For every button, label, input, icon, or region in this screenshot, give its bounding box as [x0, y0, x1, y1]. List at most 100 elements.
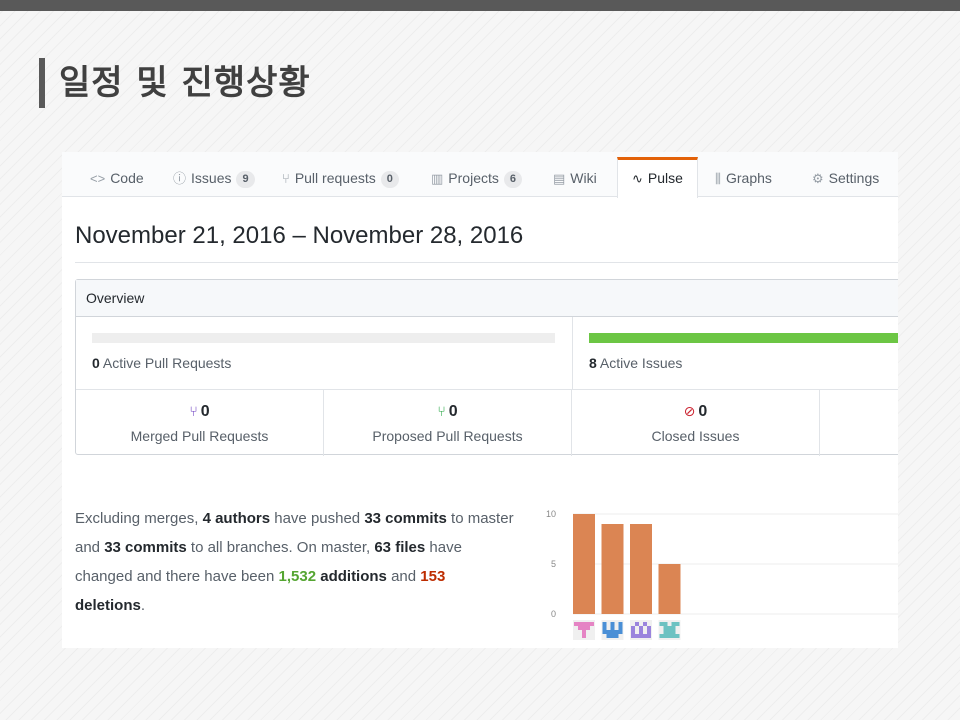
- merged-pr-icon: ⑂: [189, 403, 198, 419]
- y-tick-label: 0: [551, 609, 556, 619]
- pull-request-icon: ⑂: [282, 171, 290, 186]
- avatar-pixel: [663, 626, 676, 630]
- proposed-pull-requests-number: ⑂ 0: [324, 403, 571, 421]
- slide-top-bar: [0, 0, 960, 11]
- tab-projects[interactable]: ▥ Projects 6: [431, 158, 522, 198]
- authors-count-link[interactable]: 4 authors: [203, 510, 271, 527]
- summary-text: have pushed: [270, 510, 365, 527]
- slide-title: 일정 및 진행상황: [39, 58, 311, 108]
- commit-summary: Excluding merges, 4 authors have pushed …: [75, 504, 515, 620]
- tab-label: Projects: [448, 170, 499, 186]
- proposed-pull-requests-label: Proposed Pull Requests: [372, 428, 523, 444]
- tab-pulse[interactable]: ∿ Pulse: [617, 157, 698, 198]
- deletions-count: 153: [420, 568, 446, 585]
- deletions-word: deletions: [75, 597, 141, 614]
- avatar-pixel: [578, 626, 582, 630]
- closed-issue-icon: ⊘: [683, 403, 696, 419]
- commit-bar-author-4[interactable]: [658, 564, 681, 614]
- tab-label: Graphs: [725, 170, 772, 186]
- avatar-pixel: [671, 630, 676, 634]
- closed-issues-label: Closed Issues: [651, 428, 740, 444]
- commits-count-link[interactable]: 33 commits: [364, 510, 447, 527]
- tab-graphs[interactable]: ⫼ Graphs: [715, 158, 772, 198]
- code-icon: <>: [90, 171, 106, 186]
- avatar-pixel: [606, 634, 619, 638]
- commits-by-author-chart: 0 5 10: [546, 509, 898, 640]
- commit-bar-author-3[interactable]: [630, 524, 652, 614]
- graph-icon: ⫼: [715, 171, 721, 186]
- all-branches-commits-count: 33 commits: [104, 539, 187, 556]
- tab-label: Settings: [828, 170, 880, 186]
- overview-header: Overview: [76, 280, 898, 317]
- pulse-icon: ∿: [632, 171, 643, 186]
- overview-stat-cutoff: [820, 390, 898, 456]
- active-issues-summary[interactable]: 8 Active Issues: [573, 317, 898, 389]
- gear-icon: ⚙: [812, 171, 824, 186]
- summary-text: Excluding merges,: [75, 510, 203, 527]
- issue-icon: ⓘ: [173, 171, 187, 186]
- commit-bar-author-1[interactable]: [573, 514, 595, 614]
- projects-count-badge: 6: [503, 171, 522, 188]
- repo-tab-nav: <> Code ⓘ Issues 9 ⑂ Pull requests 0 ▥ Project…: [62, 152, 898, 198]
- tab-label: Wiki: [570, 170, 597, 186]
- avatar-pixel: [631, 634, 651, 638]
- tab-code[interactable]: <> Code: [90, 158, 144, 198]
- avatar-pixel: [574, 622, 594, 626]
- overview-stats-row: ⑂ 0 Merged Pull Requests ⑂ 0 Proposed Pull…: [76, 389, 898, 456]
- merged-pull-requests-number: ⑂ 0: [76, 403, 323, 421]
- closed-issues-stat[interactable]: ⊘ 0 Closed Issues: [572, 390, 820, 456]
- overview-panel: Overview 0 Active Pull Requests 8 Active…: [75, 279, 898, 456]
- avatar-pixel: [659, 634, 680, 638]
- author-avatar[interactable]: [630, 620, 652, 640]
- summary-text: .: [140, 597, 146, 614]
- tab-label: Pulse: [647, 170, 683, 186]
- commit-bar-author-2[interactable]: [601, 524, 624, 614]
- merged-pull-requests-count: 0: [200, 403, 210, 420]
- active-pull-requests-summary[interactable]: 0 Active Pull Requests: [76, 317, 573, 389]
- y-tick-label: 10: [546, 509, 556, 519]
- additions-count: 1,532: [278, 568, 317, 585]
- issues-count-badge: 9: [236, 171, 255, 188]
- pulse-date-range: November 21, 2016 – November 28, 2016: [75, 222, 524, 249]
- closed-issues-count: 0: [698, 403, 708, 420]
- tab-label: Code: [110, 170, 144, 186]
- merged-pull-requests-stat[interactable]: ⑂ 0 Merged Pull Requests: [76, 390, 324, 456]
- active-issues-text: Active Issues: [599, 355, 683, 371]
- author-avatar[interactable]: [601, 620, 624, 640]
- pull-requests-count-badge: 0: [380, 171, 399, 188]
- avatar-pixel: [635, 622, 639, 626]
- tab-label: Pull requests: [294, 170, 376, 186]
- tab-pull-requests[interactable]: ⑂ Pull requests 0: [282, 158, 399, 198]
- tab-settings[interactable]: ⚙ Settings: [812, 158, 879, 198]
- summary-text: and: [386, 568, 421, 585]
- tab-label: Issues: [191, 170, 232, 186]
- github-pulse-screenshot: <> Code ⓘ Issues 9 ⑂ Pull requests 0 ▥ Project…: [62, 152, 898, 648]
- active-issues-count: 8: [589, 355, 597, 371]
- pull-requests-progress-track: [92, 333, 555, 343]
- issues-progress-bar: [589, 333, 898, 343]
- active-issues-label: 8 Active Issues: [589, 355, 682, 371]
- avatar-pixel: [582, 626, 586, 638]
- avatar-pixel: [671, 622, 680, 626]
- wiki-icon: ▤: [553, 171, 566, 186]
- avatar-pixel: [667, 630, 672, 634]
- summary-text: to all branches. On master,: [186, 539, 375, 556]
- merged-pull-requests-label: Merged Pull Requests: [130, 428, 269, 444]
- project-icon: ▥: [431, 171, 444, 186]
- avatar-pixel: [643, 622, 647, 626]
- additions-word: additions: [316, 568, 387, 585]
- divider: [75, 262, 898, 263]
- avatar-pixel: [659, 622, 668, 626]
- y-tick-label: 5: [551, 559, 556, 569]
- active-pull-requests-text: Active Pull Requests: [102, 355, 232, 371]
- tab-wiki[interactable]: ▤ Wiki: [553, 158, 597, 198]
- closed-issues-number: ⊘ 0: [572, 403, 819, 421]
- author-avatar[interactable]: [573, 620, 595, 640]
- avatar-pixel: [663, 630, 668, 634]
- author-avatar[interactable]: [658, 620, 681, 640]
- active-pull-requests-count: 0: [92, 355, 100, 371]
- proposed-pull-requests-stat[interactable]: ⑂ 0 Proposed Pull Requests: [324, 390, 572, 456]
- tab-issues[interactable]: ⓘ Issues 9: [173, 158, 255, 198]
- files-changed-count: 63 files: [374, 539, 426, 556]
- proposed-pull-requests-count: 0: [448, 403, 458, 420]
